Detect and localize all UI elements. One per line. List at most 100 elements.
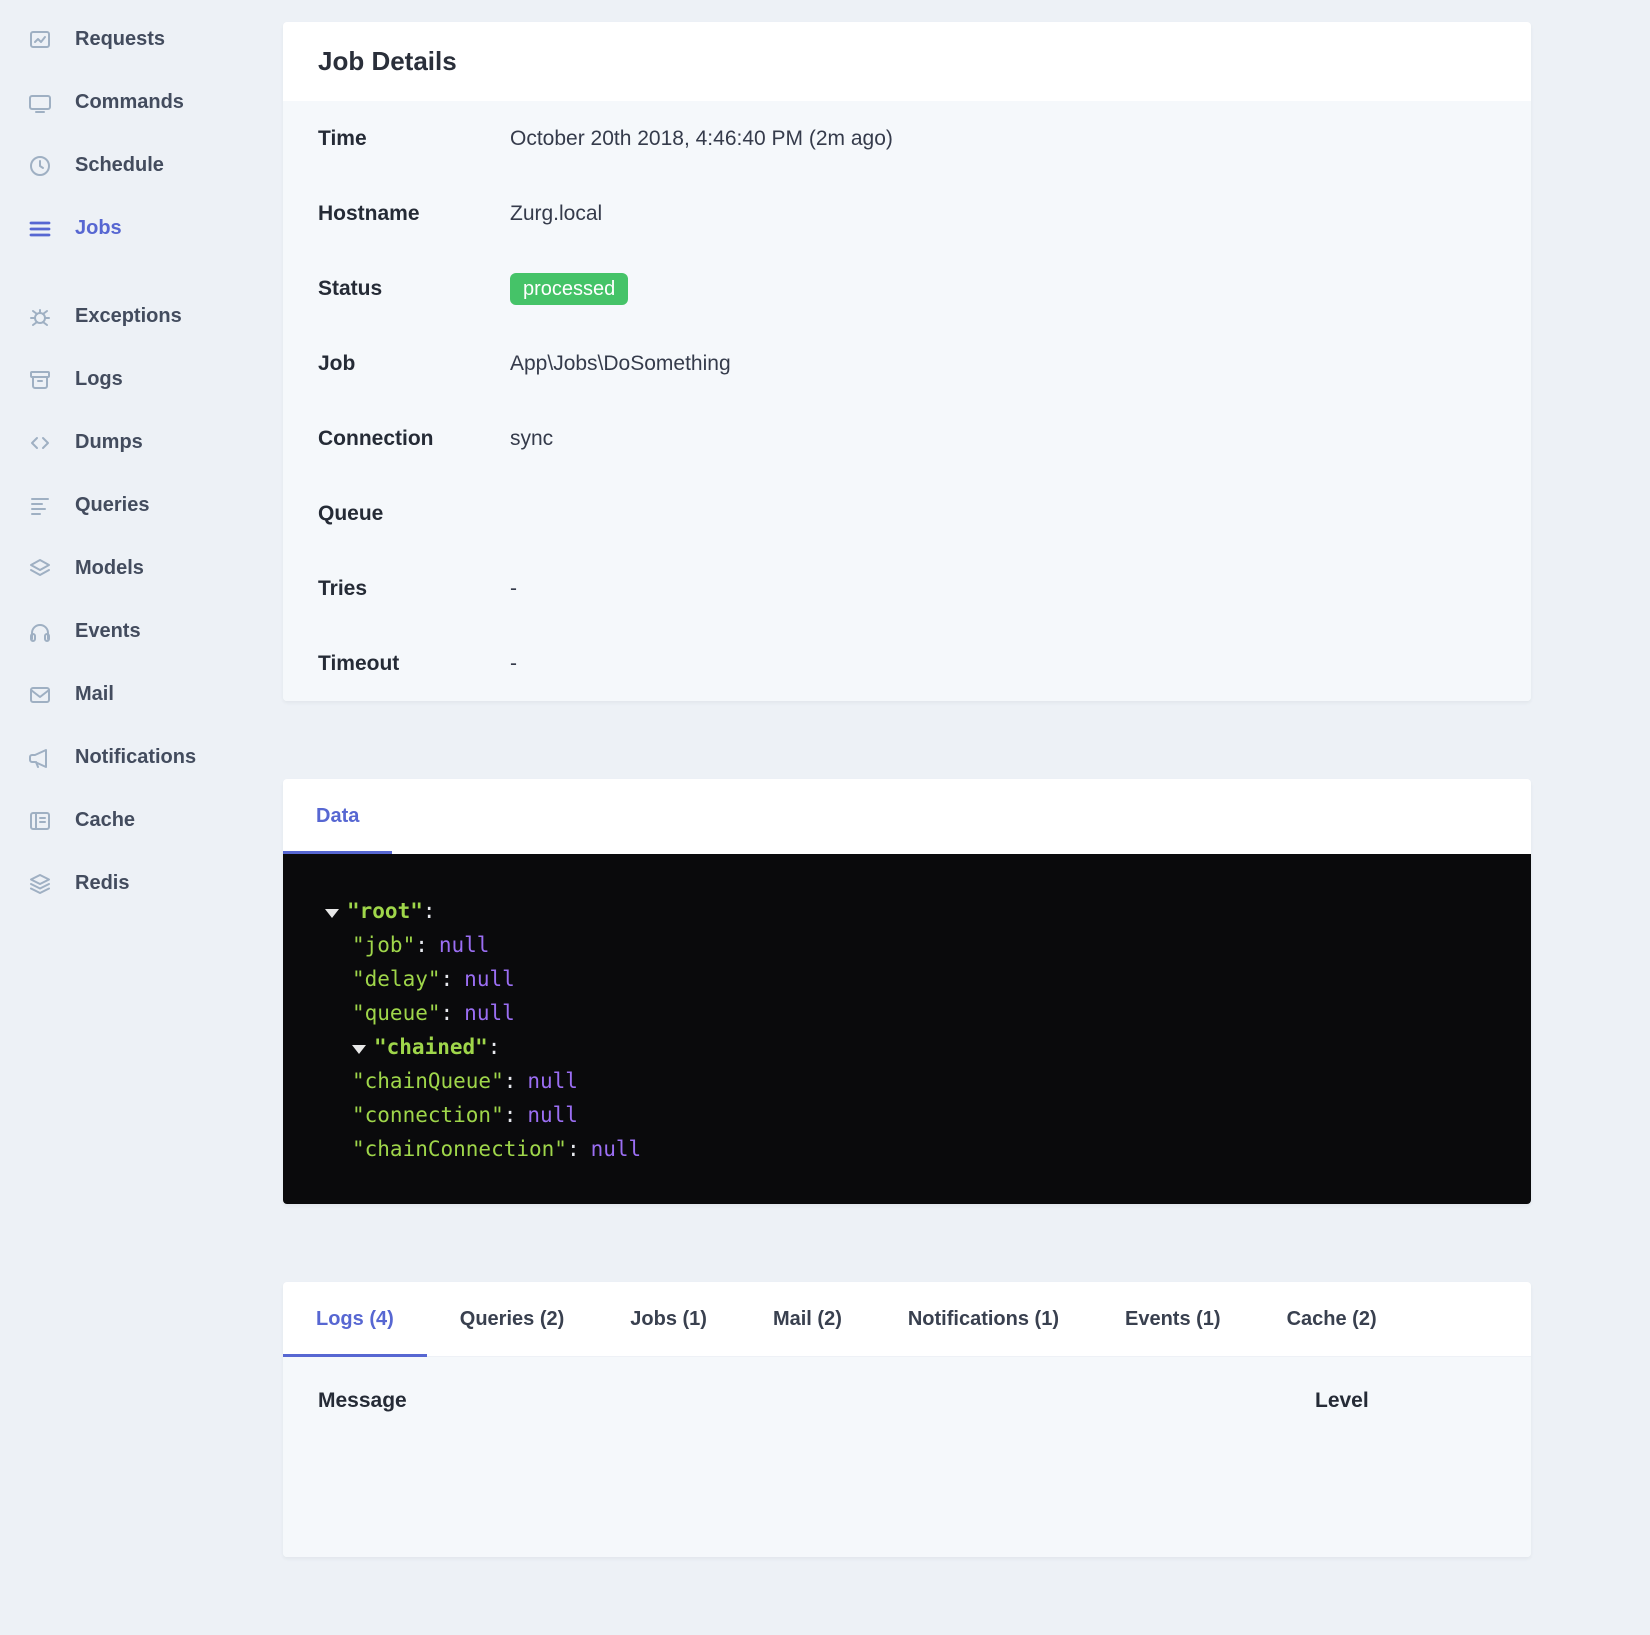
tab-jobs[interactable]: Jobs (1) <box>597 1282 740 1357</box>
json-line: "root": <box>325 894 1501 928</box>
exceptions-icon <box>28 305 52 329</box>
detail-label: Queue <box>318 501 384 525</box>
detail-row-connection: Connection sync <box>283 401 1531 476</box>
sidebar-item-label: Redis <box>75 872 130 894</box>
status-badge: processed <box>510 272 629 305</box>
tab-queries[interactable]: Queries (2) <box>427 1282 597 1357</box>
detail-value: - <box>510 576 517 600</box>
cache-icon <box>28 809 52 833</box>
sidebar-item-exceptions[interactable]: Exceptions <box>0 285 283 348</box>
json-punct: : <box>440 967 454 991</box>
job-details-header: Job Details <box>283 22 1531 101</box>
sidebar-item-mail[interactable]: Mail <box>0 663 283 726</box>
json-value: null <box>590 1137 642 1161</box>
sidebar-item-commands[interactable]: Commands <box>0 71 283 134</box>
page-title: Job Details <box>318 46 457 76</box>
detail-row-queue: Queue <box>283 476 1531 551</box>
sidebar-item-jobs[interactable]: Jobs <box>0 197 283 260</box>
tab-data[interactable]: Data <box>283 779 393 854</box>
tab-logs[interactable]: Logs (4) <box>283 1282 427 1357</box>
requests-icon <box>28 28 52 52</box>
json-punct: : <box>503 1069 517 1093</box>
json-value: null <box>464 967 515 991</box>
json-line: "chainQueue": null <box>325 1064 1501 1098</box>
json-punct: : <box>422 899 436 923</box>
detail-value: sync <box>510 426 554 450</box>
detail-label: Timeout <box>318 651 400 675</box>
detail-label: Tries <box>318 576 368 600</box>
json-key: "chainQueue" <box>352 1069 504 1093</box>
detail-label: Connection <box>318 426 434 450</box>
redis-icon <box>28 872 52 896</box>
detail-value: October 20th 2018, 4:46:40 PM (2m ago) <box>510 126 893 150</box>
queries-icon <box>28 494 52 518</box>
json-key: "connection" <box>352 1103 504 1127</box>
sidebar-item-requests[interactable]: Requests <box>0 8 283 71</box>
models-icon <box>28 557 52 581</box>
tab-mail[interactable]: Mail (2) <box>740 1282 875 1357</box>
detail-label: Status <box>318 276 383 300</box>
json-key: "queue" <box>352 1001 441 1025</box>
sidebar-item-label: Commands <box>75 91 184 113</box>
job-details-card: Job Details Time October 20th 2018, 4:46… <box>283 22 1531 701</box>
events-icon <box>28 620 52 644</box>
json-punct: : <box>503 1103 517 1127</box>
collapse-caret-icon[interactable] <box>352 1030 374 1064</box>
detail-row-hostname: Hostname Zurg.local <box>283 176 1531 251</box>
tab-notifications[interactable]: Notifications (1) <box>875 1282 1092 1357</box>
mail-icon <box>28 683 52 707</box>
logs-icon <box>28 368 52 392</box>
sidebar-item-label: Dumps <box>75 431 143 453</box>
logs-table-header: Message Level <box>283 1357 1531 1557</box>
activity-card: Logs (4) Queries (2) Jobs (1) Mail (2) N… <box>283 1282 1531 1557</box>
main-content: Job Details Time October 20th 2018, 4:46… <box>283 22 1531 1635</box>
tab-cache[interactable]: Cache (2) <box>1254 1282 1410 1357</box>
json-value: null <box>438 933 490 957</box>
sidebar-item-notifications[interactable]: Notifications <box>0 726 283 789</box>
detail-row-timeout: Timeout - <box>283 626 1531 701</box>
json-punct: : <box>487 1035 501 1059</box>
sidebar-item-label: Cache <box>75 809 136 831</box>
json-line: "connection": null <box>325 1098 1501 1132</box>
sidebar-item-label: Schedule <box>75 154 164 176</box>
job-details-table: Time October 20th 2018, 4:46:40 PM (2m a… <box>283 101 1531 701</box>
data-tabs: Data <box>283 779 1531 854</box>
sidebar-item-label: Events <box>75 620 141 642</box>
json-key: "chained" <box>374 1035 488 1059</box>
tab-events[interactable]: Events (1) <box>1092 1282 1254 1357</box>
sidebar-item-redis[interactable]: Redis <box>0 852 283 915</box>
detail-value: - <box>510 651 517 675</box>
detail-value: App\Jobs\DoSomething <box>510 351 731 375</box>
commands-icon <box>28 91 52 115</box>
detail-row-tries: Tries - <box>283 551 1531 626</box>
sidebar-item-cache[interactable]: Cache <box>0 789 283 852</box>
detail-label: Job <box>318 351 356 375</box>
sidebar-item-schedule[interactable]: Schedule <box>0 134 283 197</box>
column-header-level: Level <box>1315 1389 1369 1412</box>
detail-row-status: Status processed <box>283 251 1531 326</box>
job-payload-json: "root": "job": null "delay": null "queue":… <box>283 854 1531 1204</box>
sidebar-item-label: Mail <box>75 683 114 705</box>
json-value: null <box>527 1103 578 1127</box>
sidebar-item-label: Jobs <box>75 217 122 239</box>
detail-label: Hostname <box>318 201 420 225</box>
detail-label: Time <box>318 126 367 150</box>
sidebar-item-dumps[interactable]: Dumps <box>0 411 283 474</box>
schedule-icon <box>28 154 52 178</box>
json-punct: : <box>415 933 428 957</box>
json-value: null <box>527 1069 578 1093</box>
json-key: "job" <box>352 933 416 957</box>
sidebar-item-queries[interactable]: Queries <box>0 474 283 537</box>
sidebar-item-events[interactable]: Events <box>0 600 283 663</box>
sidebar-item-models[interactable]: Models <box>0 537 283 600</box>
dumps-icon <box>28 431 52 455</box>
sidebar-item-label: Logs <box>75 368 123 390</box>
detail-row-job: Job App\Jobs\DoSomething <box>283 326 1531 401</box>
json-line: "delay": null <box>325 962 1501 996</box>
detail-value: Zurg.local <box>510 201 603 225</box>
collapse-caret-icon[interactable] <box>325 894 347 928</box>
json-line: "queue": null <box>325 996 1501 1030</box>
detail-row-time: Time October 20th 2018, 4:46:40 PM (2m a… <box>283 101 1531 176</box>
sidebar-item-logs[interactable]: Logs <box>0 348 283 411</box>
sidebar-item-label: Notifications <box>75 746 197 768</box>
